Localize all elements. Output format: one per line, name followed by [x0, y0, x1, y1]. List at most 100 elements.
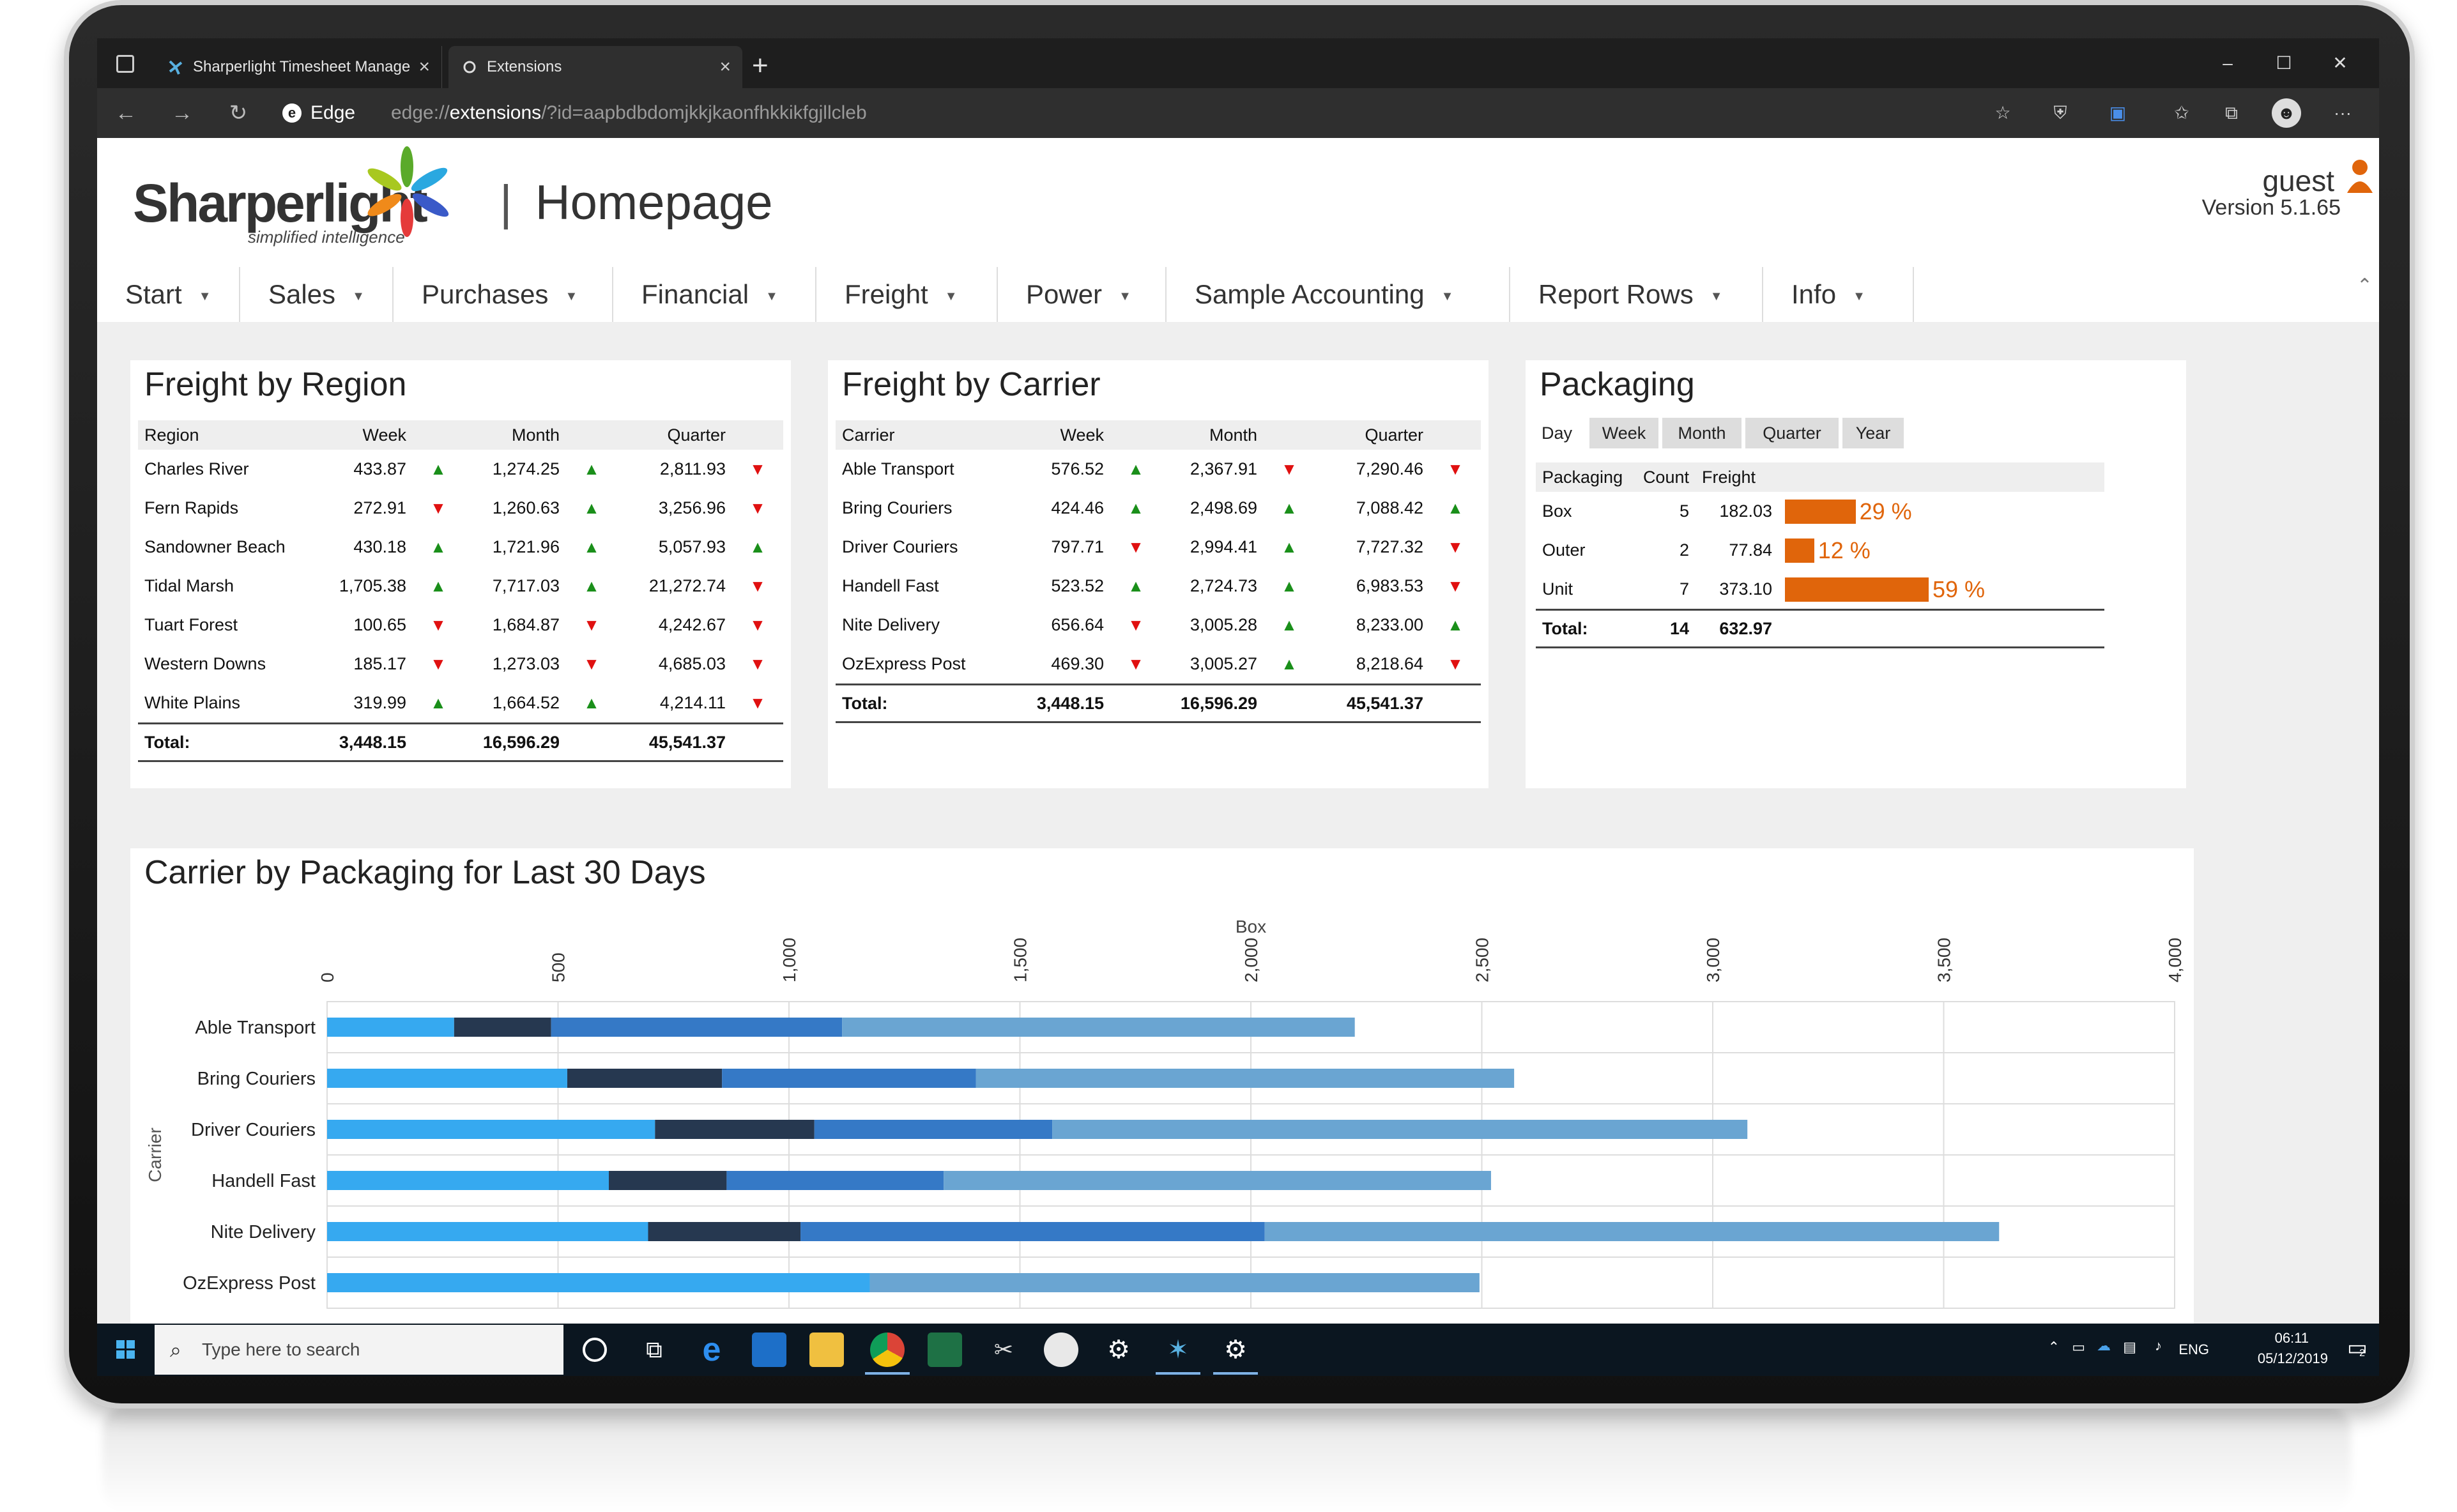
back-arrow-icon[interactable]: ← — [110, 97, 142, 129]
bar-segment-box[interactable] — [327, 1171, 609, 1190]
table-row[interactable]: Charles River 433.87 ▲ 1,274.25 ▲ 2,811.93 ▼ — [138, 450, 783, 489]
clock-time[interactable]: 06:11 — [2275, 1330, 2309, 1347]
bar-segment-pallet[interactable] — [800, 1222, 1265, 1241]
table-row[interactable]: Fern Rapids 272.91 ▼ 1,260.63 ▲ 3,256.96 ▼ — [138, 489, 783, 528]
close-icon[interactable]: × — [418, 46, 430, 88]
bar-segment-pallet[interactable] — [722, 1069, 976, 1088]
menu-financial[interactable]: Financial ▼ — [613, 267, 816, 322]
user-name[interactable]: guest — [2262, 164, 2334, 198]
edge-legacy-icon[interactable]: e — [694, 1333, 729, 1367]
menu-power[interactable]: Power ▼ — [998, 267, 1167, 322]
bar-segment-unit[interactable] — [944, 1171, 1491, 1190]
settings-gear-icon[interactable]: ⚙ — [1101, 1333, 1136, 1367]
bar-segment-outer[interactable] — [454, 1018, 551, 1037]
bar-segment-outer[interactable] — [655, 1120, 815, 1139]
taskbar-search-field[interactable]: ⌕ Type here to search — [155, 1325, 563, 1375]
new-tab-icon[interactable]: + — [752, 45, 769, 87]
onedrive-icon[interactable]: ☁ — [2097, 1338, 2111, 1354]
bar-segment-box[interactable] — [327, 1273, 870, 1292]
bar-segment-pallet[interactable] — [726, 1171, 944, 1190]
maximize-icon[interactable]: ☐ — [2255, 38, 2313, 88]
bar-segment-outer[interactable] — [609, 1171, 727, 1190]
period-week-button[interactable]: Week — [1589, 418, 1658, 448]
tab-actions-icon[interactable] — [116, 55, 134, 73]
table-row[interactable]: White Plains 319.99 ▲ 1,664.52 ▲ 4,214.11 ▼ — [138, 683, 783, 724]
table-row[interactable]: Bring Couriers 424.46 ▲ 2,498.69 ▲ 7,088.42 ▲ — [836, 489, 1481, 528]
period-month-button[interactable]: Month — [1662, 418, 1741, 448]
minimize-icon[interactable]: – — [2199, 38, 2256, 88]
table-row[interactable]: Box 5 182.03 29 % — [1536, 492, 2104, 531]
profile-avatar-icon[interactable]: ☻ — [2272, 98, 2301, 128]
window-close-icon[interactable]: ✕ — [2311, 38, 2369, 88]
more-options-icon[interactable]: ··· — [2328, 98, 2357, 128]
bar-segment-unit[interactable] — [1052, 1120, 1748, 1139]
table-row[interactable]: Driver Couriers 797.71 ▼ 2,994.41 ▲ 7,727.32 ▼ — [836, 528, 1481, 567]
period-day-label[interactable]: Day — [1535, 418, 1579, 448]
bar-segment-unit[interactable] — [842, 1018, 1355, 1037]
show-hidden-icons-icon[interactable]: ⌃ — [2048, 1339, 2060, 1355]
volume-icon[interactable]: ♪ — [2155, 1338, 2162, 1354]
network-icon[interactable]: ▤ — [2123, 1339, 2136, 1355]
table-row[interactable]: Western Downs 185.17 ▼ 1,273.03 ▼ 4,685.03 ▼ — [138, 645, 783, 683]
bar-segment-box[interactable] — [327, 1120, 655, 1139]
bar-segment-box[interactable] — [327, 1018, 454, 1037]
collections-icon[interactable]: ⧉ — [2217, 98, 2246, 128]
menu-sample-accounting[interactable]: Sample Accounting ▼ — [1167, 267, 1510, 322]
bar-segment-unit[interactable] — [869, 1273, 1480, 1292]
x-tick-label: 2,500 — [1473, 938, 1492, 982]
forward-arrow-icon[interactable]: → — [166, 97, 198, 129]
input-language[interactable]: ENG — [2178, 1341, 2209, 1358]
menu-sales[interactable]: Sales ▼ — [240, 267, 394, 322]
table-row[interactable]: Sandowner Beach 430.18 ▲ 1,721.96 ▲ 5,057.93 ▲ — [138, 528, 783, 567]
favorite-star-icon[interactable]: ☆ — [1988, 98, 2017, 128]
table-row[interactable]: Nite Delivery 656.64 ▼ 3,005.28 ▲ 8,233.00 ▲ — [836, 606, 1481, 645]
chrome-icon[interactable] — [870, 1333, 905, 1367]
sharperlight-app-icon[interactable]: ✶ — [1161, 1333, 1195, 1367]
bar-segment-pallet[interactable] — [551, 1018, 843, 1037]
close-icon[interactable]: × — [719, 46, 731, 88]
table-row[interactable]: OzExpress Post 469.30 ▼ 3,005.27 ▲ 8,218.64 ▼ — [836, 645, 1481, 685]
period-quarter-button[interactable]: Quarter — [1745, 418, 1839, 448]
favorites-icon[interactable]: ✩ — [2167, 98, 2196, 128]
outlook-icon[interactable] — [752, 1333, 786, 1367]
table-row[interactable]: Tuart Forest 100.65 ▼ 1,684.87 ▼ 4,242.67 ▼ — [138, 606, 783, 645]
cortana-icon[interactable] — [583, 1338, 607, 1362]
menu-purchases[interactable]: Purchases ▼ — [394, 267, 613, 322]
task-view-icon[interactable]: ⧉ — [637, 1333, 671, 1367]
translate-icon[interactable]: ▣ — [2103, 98, 2132, 128]
bar-segment-outer[interactable] — [648, 1222, 801, 1241]
menu-report-rows[interactable]: Report Rows ▼ — [1510, 267, 1763, 322]
tools-icon[interactable]: ✂ — [986, 1333, 1021, 1367]
bar-segment-unit[interactable] — [1264, 1222, 2000, 1241]
tab-sharperlight[interactable]: Sharperlight Timesheet Manage × — [155, 46, 442, 88]
paint-icon[interactable] — [1044, 1333, 1078, 1367]
refresh-icon[interactable]: ↻ — [222, 97, 254, 129]
bar-segment-box[interactable] — [327, 1222, 648, 1241]
table-row[interactable]: Unit 7 373.10 59 % — [1536, 570, 2104, 610]
bar-segment-box[interactable] — [327, 1069, 567, 1088]
url-field[interactable]: edge://extensions/?id=aapbdbdomjkkjkaonf… — [391, 96, 867, 130]
shield-icon[interactable]: ⛨ — [2046, 98, 2075, 128]
total-row: Total: 3,448.15 16,596.29 45,541.37 — [138, 722, 783, 762]
menu-start[interactable]: Start ▼ — [97, 267, 240, 322]
settings-gear-icon-2[interactable]: ⚙ — [1218, 1333, 1253, 1367]
clock-date[interactable]: 05/12/2019 — [2258, 1350, 2328, 1367]
file-explorer-icon[interactable] — [809, 1333, 844, 1367]
bar-segment-unit[interactable] — [976, 1069, 1515, 1088]
windows-start-icon[interactable] — [97, 1324, 155, 1376]
bar-segment-outer[interactable] — [567, 1069, 723, 1088]
menu-freight[interactable]: Freight ▼ — [816, 267, 998, 322]
battery-icon[interactable]: ▭ — [2072, 1339, 2085, 1355]
table-row[interactable]: Handell Fast 523.52 ▲ 2,724.73 ▲ 6,983.53 ▼ — [836, 567, 1481, 606]
excel-icon[interactable] — [928, 1333, 962, 1367]
user-avatar-icon[interactable] — [2346, 156, 2374, 194]
table-row[interactable]: Able Transport 576.52 ▲ 2,367.91 ▼ 7,290.46 ▼ — [836, 450, 1481, 489]
month-value: 1,664.52 — [492, 693, 560, 712]
bar-segment-pallet[interactable] — [814, 1120, 1053, 1139]
collapse-header-icon[interactable]: ⌃ — [2357, 275, 2373, 297]
period-year-button[interactable]: Year — [1842, 418, 1904, 448]
table-row[interactable]: Outer 2 77.84 12 % — [1536, 531, 2104, 570]
table-row[interactable]: Tidal Marsh 1,705.38 ▲ 7,717.03 ▲ 21,272.74 ▼ — [138, 567, 783, 606]
menu-info[interactable]: Info ▼ — [1763, 267, 1914, 322]
tab-extensions[interactable]: Extensions × — [448, 46, 742, 88]
